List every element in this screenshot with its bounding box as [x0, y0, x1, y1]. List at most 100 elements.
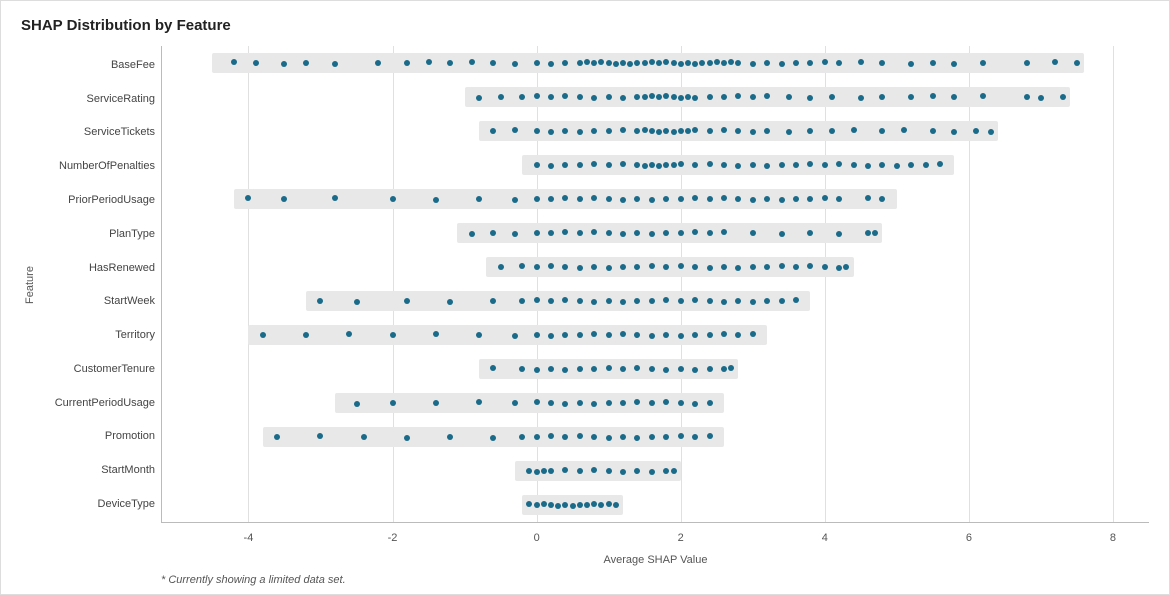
data-dot — [663, 399, 669, 405]
data-dot — [253, 60, 259, 66]
data-dot — [663, 297, 669, 303]
data-dot — [793, 264, 799, 270]
data-dot — [836, 265, 842, 271]
data-dot — [577, 433, 583, 439]
data-dot — [865, 195, 871, 201]
y-label: BaseFee — [41, 50, 155, 80]
x-tick: 0 — [534, 532, 540, 544]
x-tick: 2 — [678, 532, 684, 544]
data-dot — [570, 503, 576, 509]
grid-line — [248, 46, 249, 522]
data-dot — [649, 162, 655, 168]
data-dot — [836, 60, 842, 66]
data-dot — [692, 332, 698, 338]
data-dot — [721, 60, 727, 66]
data-dot — [750, 230, 756, 236]
data-dot — [519, 263, 525, 269]
data-dot — [671, 468, 677, 474]
data-dot — [678, 196, 684, 202]
data-dot — [548, 433, 554, 439]
data-dot — [591, 401, 597, 407]
data-dot — [692, 127, 698, 133]
data-dot — [1024, 60, 1030, 66]
data-dot — [951, 129, 957, 135]
data-dot — [512, 61, 518, 67]
data-dot — [476, 332, 482, 338]
data-dot — [858, 59, 864, 65]
data-dot — [577, 332, 583, 338]
data-dot — [793, 297, 799, 303]
data-dot — [620, 197, 626, 203]
data-dot — [606, 365, 612, 371]
data-dot — [807, 60, 813, 66]
data-dot — [433, 331, 439, 337]
data-dot — [562, 332, 568, 338]
data-dot — [980, 60, 986, 66]
data-dot — [656, 60, 662, 66]
data-dot — [649, 469, 655, 475]
chart-area: Feature BaseFeeServiceRatingServiceTicke… — [21, 46, 1149, 523]
data-dot — [534, 128, 540, 134]
data-dot — [1052, 59, 1058, 65]
data-dot — [649, 197, 655, 203]
data-dot — [663, 332, 669, 338]
data-dot — [548, 230, 554, 236]
data-dot — [685, 94, 691, 100]
data-dot — [671, 94, 677, 100]
data-dot — [512, 231, 518, 237]
data-dot — [692, 367, 698, 373]
data-dot — [634, 230, 640, 236]
data-dot — [534, 502, 540, 508]
data-dot — [534, 434, 540, 440]
data-dot — [534, 230, 540, 236]
data-dot — [332, 61, 338, 67]
data-dot — [735, 93, 741, 99]
x-tick: -2 — [388, 532, 398, 544]
data-dot — [634, 435, 640, 441]
data-dot — [642, 163, 648, 169]
data-dot — [678, 95, 684, 101]
data-dot — [822, 195, 828, 201]
x-tick: -4 — [244, 532, 254, 544]
data-dot — [649, 400, 655, 406]
data-dot — [577, 400, 583, 406]
data-dot — [642, 94, 648, 100]
y-label: HasRenewed — [41, 253, 155, 283]
data-dot — [548, 400, 554, 406]
data-dot — [678, 333, 684, 339]
data-dot — [591, 264, 597, 270]
footnote: * Currently showing a limited data set. — [161, 574, 346, 586]
data-dot — [577, 366, 583, 372]
data-dot — [548, 263, 554, 269]
data-dot — [498, 94, 504, 100]
data-dot — [606, 196, 612, 202]
y-axis-label: Feature — [24, 266, 36, 304]
data-dot — [620, 127, 626, 133]
y-label: ServiceTickets — [41, 117, 155, 147]
data-dot — [707, 265, 713, 271]
feature-band — [457, 223, 882, 243]
data-dot — [750, 61, 756, 67]
data-dot — [281, 61, 287, 67]
data-dot — [764, 60, 770, 66]
y-label: Promotion — [41, 421, 155, 451]
data-dot — [843, 264, 849, 270]
data-dot — [721, 299, 727, 305]
data-dot — [317, 298, 323, 304]
data-dot — [764, 196, 770, 202]
data-dot — [714, 59, 720, 65]
data-dot — [829, 94, 835, 100]
data-dot — [707, 400, 713, 406]
data-dot — [476, 196, 482, 202]
data-dot — [512, 333, 518, 339]
data-dot — [591, 434, 597, 440]
data-dot — [577, 502, 583, 508]
data-dot — [447, 434, 453, 440]
data-dot — [779, 298, 785, 304]
data-dot — [807, 196, 813, 202]
data-dot — [433, 197, 439, 203]
data-dot — [606, 400, 612, 406]
data-dot — [620, 60, 626, 66]
data-dot — [728, 59, 734, 65]
data-dot — [534, 469, 540, 475]
